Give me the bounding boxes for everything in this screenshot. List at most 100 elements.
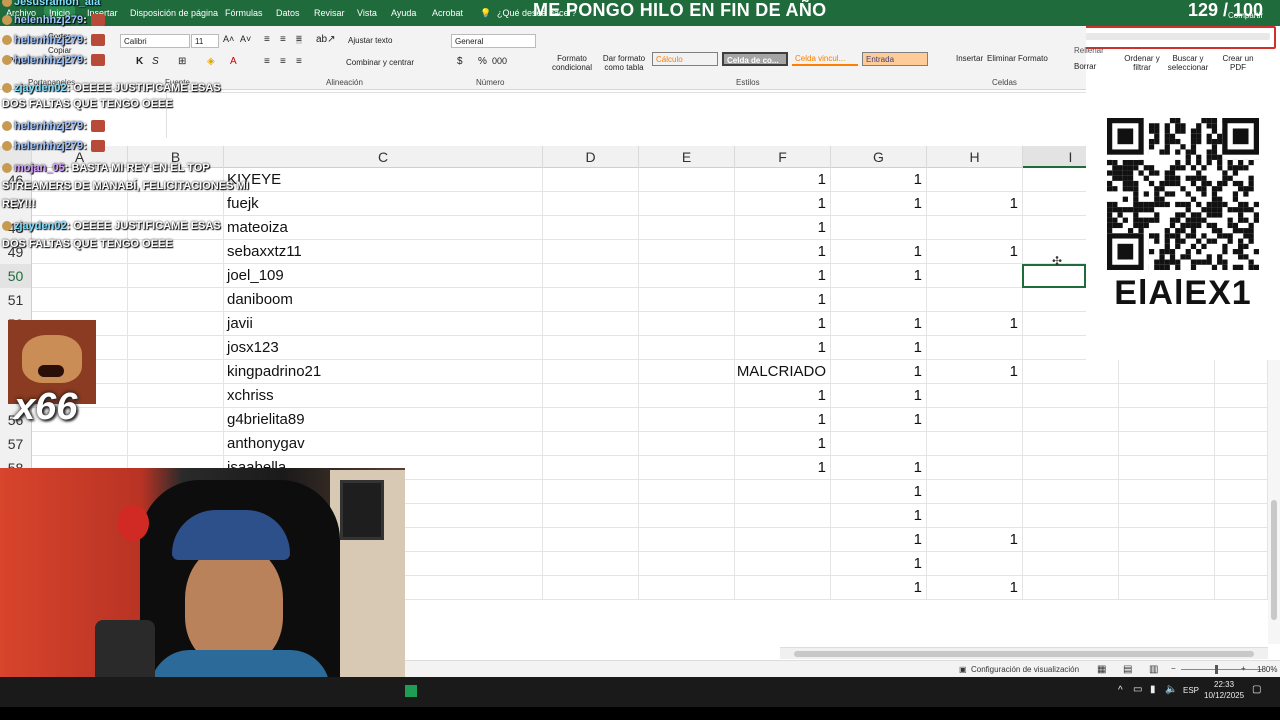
clear-button[interactable]: Borrar: [1074, 62, 1096, 71]
cell-b[interactable]: [128, 312, 224, 336]
cell-j[interactable]: [1119, 384, 1215, 408]
cell-f[interactable]: [735, 552, 831, 576]
volume-icon[interactable]: 🔈: [1165, 684, 1177, 695]
align-middle-icon[interactable]: ≡: [280, 35, 286, 45]
cell-b[interactable]: [128, 288, 224, 312]
cell-h[interactable]: [927, 552, 1023, 576]
cell-e[interactable]: [639, 528, 735, 552]
align-center-icon[interactable]: ≡: [280, 57, 286, 67]
cell-f[interactable]: 1: [735, 312, 831, 336]
cell-c[interactable]: fuejk: [224, 192, 543, 216]
format-as-table-button[interactable]: Dar formato como tabla: [600, 54, 648, 72]
zoom-slider[interactable]: [1181, 669, 1263, 670]
cell-c[interactable]: kingpadrino21: [224, 360, 543, 384]
input-language[interactable]: ESP: [1183, 686, 1199, 695]
cell-g[interactable]: 1: [831, 264, 927, 288]
cell-e[interactable]: [639, 240, 735, 264]
cell-b[interactable]: [128, 384, 224, 408]
cell-d[interactable]: [543, 408, 639, 432]
fill-button[interactable]: Rellenar: [1074, 46, 1104, 55]
cell-a[interactable]: [32, 288, 128, 312]
sort-filter-button[interactable]: Ordenar y filtrar: [1122, 54, 1162, 72]
cell-i[interactable]: [1023, 360, 1119, 384]
cell-c[interactable]: anthonygav: [224, 432, 543, 456]
cell-g[interactable]: 1: [831, 336, 927, 360]
cell-e[interactable]: [639, 456, 735, 480]
cell-j[interactable]: [1119, 432, 1215, 456]
cell-k[interactable]: [1215, 360, 1268, 384]
cell-b[interactable]: [128, 360, 224, 384]
cell-k[interactable]: [1215, 456, 1268, 480]
cell-k[interactable]: [1215, 432, 1268, 456]
format-cells-button[interactable]: Formato: [1018, 54, 1048, 63]
cell-e[interactable]: [639, 216, 735, 240]
cell-g[interactable]: 1: [831, 504, 927, 528]
find-select-button[interactable]: Buscar y seleccionar: [1164, 54, 1212, 72]
cell-d[interactable]: [543, 264, 639, 288]
row-header[interactable]: 57: [0, 432, 32, 456]
column-header-f[interactable]: F: [735, 146, 831, 168]
style-linked-cell[interactable]: Celda vincul...: [792, 52, 858, 66]
tab-datos[interactable]: Datos: [276, 8, 300, 18]
cell-f[interactable]: [735, 480, 831, 504]
cell-g[interactable]: 1: [831, 360, 927, 384]
cell-c[interactable]: g4brielita89: [224, 408, 543, 432]
zoom-slider-thumb[interactable]: [1215, 665, 1218, 674]
cell-i[interactable]: [1023, 384, 1119, 408]
cell-g[interactable]: 1: [831, 312, 927, 336]
cell-f[interactable]: 1: [735, 408, 831, 432]
cell-f[interactable]: [735, 528, 831, 552]
cell-c[interactable]: joel_109: [224, 264, 543, 288]
style-calc[interactable]: Cálculo: [652, 52, 718, 66]
display-settings-button[interactable]: Configuración de visualización: [971, 665, 1079, 674]
percent-icon[interactable]: %: [478, 57, 487, 67]
zoom-level[interactable]: 180%: [1257, 665, 1277, 674]
conditional-format-button[interactable]: Formato condicional: [550, 54, 594, 72]
cell-e[interactable]: [639, 264, 735, 288]
network-icon[interactable]: ▭: [1133, 684, 1142, 695]
cell-e[interactable]: [639, 336, 735, 360]
cell-k[interactable]: [1215, 384, 1268, 408]
cell-k[interactable]: [1215, 552, 1268, 576]
cell-c[interactable]: xchriss: [224, 384, 543, 408]
style-input[interactable]: Entrada: [862, 52, 928, 66]
cell-h[interactable]: [927, 264, 1023, 288]
zoom-out-icon[interactable]: −: [1171, 664, 1176, 673]
cell-h[interactable]: [927, 408, 1023, 432]
cell-c[interactable]: javii: [224, 312, 543, 336]
cell-j[interactable]: [1119, 576, 1215, 600]
cell-h[interactable]: 1: [927, 528, 1023, 552]
cell-i[interactable]: [1023, 408, 1119, 432]
tab-revisar[interactable]: Revisar: [314, 8, 345, 18]
cell-d[interactable]: [543, 216, 639, 240]
cell-d[interactable]: [543, 576, 639, 600]
cell-h[interactable]: [927, 456, 1023, 480]
cell-d[interactable]: [543, 480, 639, 504]
align-top-icon[interactable]: ≡: [264, 35, 270, 45]
cell-j[interactable]: [1119, 360, 1215, 384]
cell-f[interactable]: 1: [735, 456, 831, 480]
cell-c[interactable]: KIYEYE: [224, 168, 543, 192]
cell-d[interactable]: [543, 552, 639, 576]
normal-view-icon[interactable]: ▦: [1097, 664, 1106, 675]
cell-e[interactable]: [639, 384, 735, 408]
column-header-g[interactable]: G: [831, 146, 927, 168]
cell-j[interactable]: [1119, 480, 1215, 504]
cell-e[interactable]: [639, 192, 735, 216]
cell-e[interactable]: [639, 408, 735, 432]
cell-d[interactable]: [543, 456, 639, 480]
column-header-d[interactable]: D: [543, 146, 639, 168]
excel-taskbar-icon[interactable]: [405, 685, 417, 697]
horizontal-scroll-thumb[interactable]: [794, 651, 1254, 657]
cell-f[interactable]: 1: [735, 240, 831, 264]
cell-f[interactable]: 1: [735, 168, 831, 192]
column-header-e[interactable]: E: [639, 146, 735, 168]
cell-g[interactable]: 1: [831, 552, 927, 576]
number-format-select[interactable]: General: [451, 34, 536, 48]
tab-acrobat[interactable]: Acrobat: [432, 8, 463, 18]
cell-g[interactable]: [831, 216, 927, 240]
cell-b[interactable]: [128, 432, 224, 456]
cell-k[interactable]: [1215, 528, 1268, 552]
cell-i[interactable]: [1023, 528, 1119, 552]
cell-a[interactable]: [32, 264, 128, 288]
